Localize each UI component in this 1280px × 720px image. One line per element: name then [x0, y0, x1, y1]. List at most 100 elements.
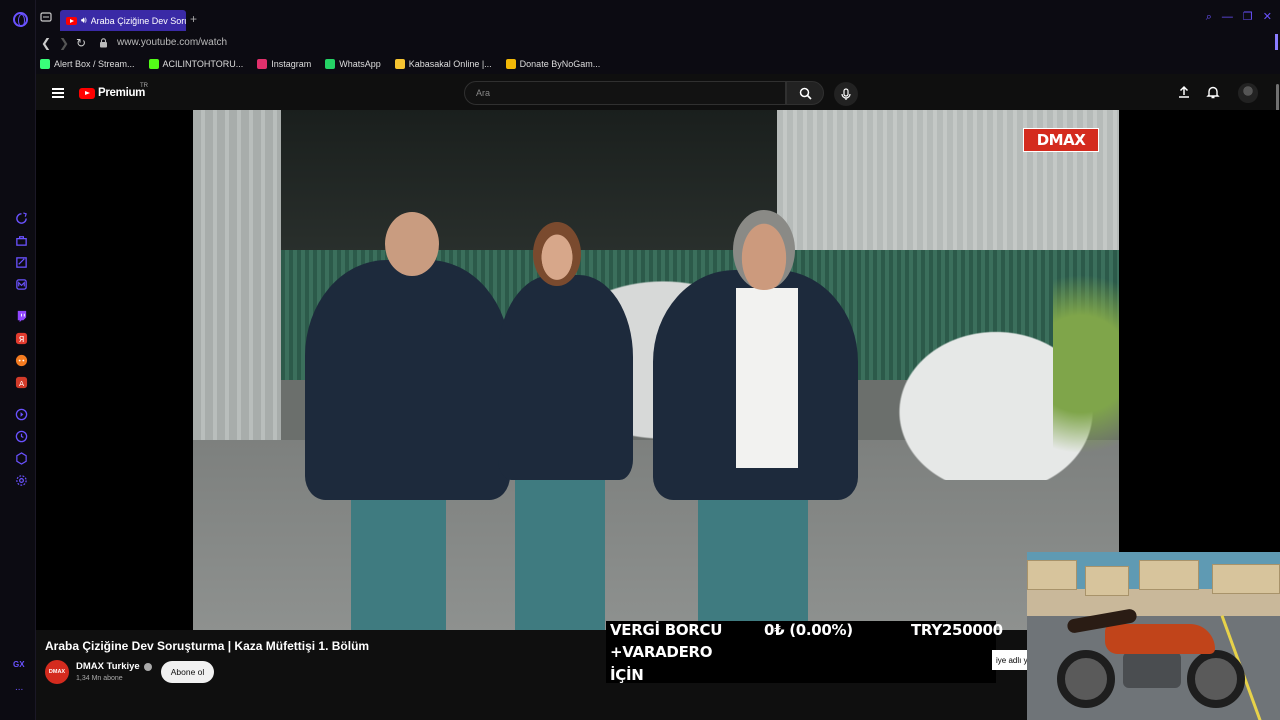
restore-icon[interactable]: ❐ — [1243, 12, 1253, 23]
person-legs — [351, 490, 446, 630]
donation-goal-progress: 0₺ (0.00%) — [764, 621, 853, 639]
subscribe-button[interactable]: Abone ol — [161, 661, 214, 683]
verified-check-icon — [143, 662, 152, 671]
search-box — [464, 81, 786, 105]
search-tabs-icon[interactable]: ⌕ — [1206, 12, 1212, 23]
channel-avatar[interactable]: DMAX — [45, 660, 69, 684]
artwork-building — [1139, 560, 1199, 590]
user-avatar[interactable] — [1238, 83, 1258, 103]
close-icon[interactable]: ✕ — [1263, 12, 1272, 23]
search-button[interactable] — [786, 81, 824, 105]
voice-search-button[interactable] — [834, 82, 858, 106]
video-scene-doorway — [281, 110, 777, 260]
video-title: Araba Çiziğine Dev Soruşturma | Kaza Müf… — [45, 639, 370, 653]
url-field[interactable]: www.youtube.com/watch — [117, 37, 227, 48]
speaker-icon[interactable]: 🔊︎ — [81, 15, 87, 26]
artwork-wheel — [1187, 650, 1245, 708]
artwork-building — [1085, 566, 1129, 596]
tab-overview-icon[interactable] — [40, 12, 52, 22]
person-legs — [698, 480, 808, 630]
person-figure — [305, 260, 510, 500]
bookmark-label: WhatsApp — [339, 59, 381, 69]
whatsapp-icon — [325, 59, 336, 69]
discord-icon[interactable] — [14, 353, 28, 367]
tab-strip: 🔊︎ Araba Çiziğine Dev Soru + ⌕ — ❐ ✕ — [36, 0, 1280, 34]
bookmark-item[interactable]: Instagram — [257, 59, 311, 69]
notifications-bell-icon[interactable] — [1206, 85, 1220, 99]
donation-goal-widget: VERGİ BORCU 0₺ (0.00%) TRY250000 +VARADE… — [606, 621, 1003, 684]
address-bar: ❮ ❯ ↻ www.youtube.com/watch — [36, 34, 1280, 54]
bookmarks-bar: Alert Box / Stream... ACILINTOHTORU... Ins… — [36, 54, 1280, 74]
tab-title: Araba Çiziğine Dev Soru — [90, 15, 186, 26]
yandex-icon[interactable]: Я — [14, 331, 28, 345]
dmax-channel-logo: DMAX — [1023, 128, 1099, 152]
donation-goal-line2: +VARADERO — [610, 643, 713, 661]
person-head — [533, 222, 581, 286]
tab-youtube-video[interactable]: 🔊︎ Araba Çiziğine Dev Soru — [60, 10, 186, 31]
lock-icon[interactable] — [99, 38, 108, 48]
bookmark-label: Instagram — [271, 59, 312, 69]
svg-text:Я: Я — [18, 334, 24, 344]
bookmark-label: ACILINTOHTORU... — [162, 59, 244, 69]
scrollbar-indicator — [1275, 34, 1278, 50]
kick-icon — [148, 59, 159, 69]
instagram-icon — [257, 59, 268, 69]
video-frame[interactable]: DMAX — [193, 110, 1119, 630]
video-scene-wall — [193, 110, 281, 440]
twitch-icon[interactable] — [14, 309, 28, 323]
youtube-favicon-icon — [66, 16, 77, 25]
kabasakal-icon — [394, 59, 405, 69]
minimize-icon[interactable]: — — [1222, 12, 1233, 23]
window-controls: ⌕ — ❐ ✕ — [1206, 12, 1272, 23]
bynogame-icon — [505, 59, 516, 69]
search-icon — [799, 87, 812, 100]
video-scene-tree — [1053, 260, 1119, 520]
history-icon[interactable] — [14, 429, 28, 443]
youtube-header: Premium TR — [36, 74, 1280, 148]
artwork-tank — [1105, 624, 1215, 654]
back-arrow-icon[interactable]: ❮ — [41, 37, 51, 49]
subscriber-count: 1,34 Mn abone — [76, 675, 123, 682]
bookmark-item[interactable]: Kabasakal Online |... — [394, 59, 492, 69]
youtube-premium-logo[interactable]: Premium — [79, 87, 145, 99]
extension-icon[interactable]: A — [14, 375, 28, 389]
streamelements-icon — [40, 59, 50, 69]
gx-corner-icon[interactable] — [14, 233, 28, 247]
bookmark-label: Alert Box / Stream... — [54, 59, 135, 69]
gx-control-icon[interactable] — [14, 211, 28, 225]
channel-name[interactable]: DMAX Turkiye — [76, 661, 152, 672]
upload-icon[interactable] — [1177, 85, 1191, 99]
person-figure — [498, 275, 633, 480]
country-code: TR — [140, 83, 148, 89]
reload-icon[interactable]: ↻ — [76, 37, 86, 49]
browser-sidebar: Я A GX ... — [0, 0, 36, 720]
bookmark-label: Kabasakal Online |... — [408, 59, 492, 69]
new-tab-button[interactable]: + — [190, 13, 197, 25]
microphone-icon — [841, 87, 851, 100]
messenger-icon[interactable] — [14, 277, 28, 291]
sidebar-more-button[interactable]: ... — [15, 682, 23, 693]
search-input[interactable] — [465, 82, 785, 104]
donation-goal-title: VERGİ BORCU — [610, 621, 723, 639]
forward-arrow-icon[interactable]: ❯ — [59, 37, 69, 49]
bookmark-label: Donate ByNoGam... — [519, 59, 601, 69]
opera-gx-logo-icon[interactable] — [13, 12, 28, 27]
person-legs — [515, 470, 605, 630]
bookmark-item[interactable]: ACILINTOHTORU... — [148, 59, 244, 69]
logo-text: Premium — [98, 87, 146, 99]
artwork-wheel — [1057, 650, 1115, 708]
settings-gear-icon[interactable] — [14, 473, 28, 487]
extensions-cube-icon[interactable] — [14, 451, 28, 465]
player-icon[interactable] — [14, 407, 28, 421]
bookmark-item[interactable]: Donate ByNoGam... — [505, 59, 601, 69]
donation-goal-target: TRY250000 — [911, 621, 1003, 639]
ticker-text: iye adlı y — [992, 650, 1028, 670]
bookmark-item[interactable]: WhatsApp — [325, 59, 381, 69]
gx-sidebar-label[interactable]: GX — [13, 660, 25, 669]
gx-cleaner-icon[interactable] — [14, 255, 28, 269]
menu-icon[interactable] — [52, 88, 64, 98]
donation-goal-line3: İÇİN — [610, 666, 644, 684]
bookmark-item[interactable]: Alert Box / Stream... — [40, 59, 135, 69]
channel-name-text: DMAX Turkiye — [76, 661, 140, 672]
person-head — [385, 212, 439, 276]
